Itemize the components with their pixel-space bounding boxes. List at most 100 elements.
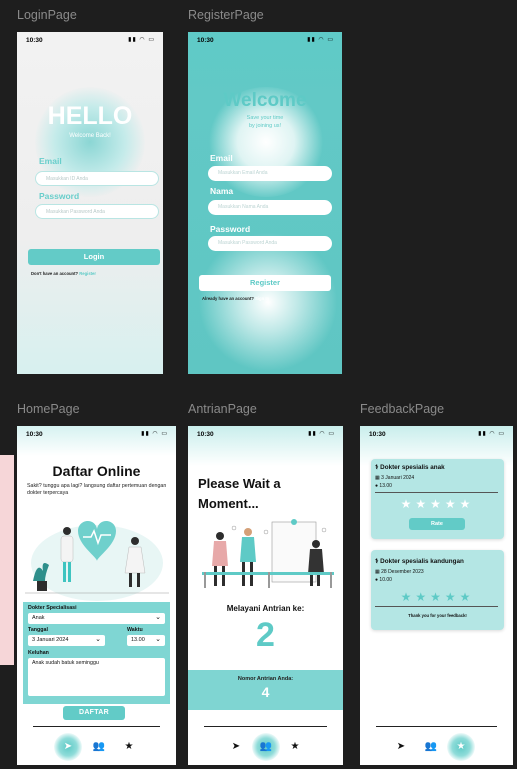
stethoscope-icon: ⚕ xyxy=(375,464,379,471)
calendar-icon: ▦ xyxy=(375,569,380,575)
page-title: Please Wait a Moment... xyxy=(198,476,281,511)
status-icons: ▮▮ ◠ ▭ xyxy=(141,431,168,437)
time-select[interactable]: 13.00 ⌄ xyxy=(127,635,165,646)
date-select[interactable]: 3 Januari 2024 ⌄ xyxy=(28,635,105,646)
login-subtitle: Welcome Back! xyxy=(69,133,111,139)
status-icons: ▮▮ ◠ ▭ xyxy=(308,431,335,437)
doctor-name: Dokter spesialis kandungan xyxy=(380,558,464,565)
bottom-glow xyxy=(198,232,338,372)
name-label: Nama xyxy=(210,186,234,196)
appointment-date: 3 Januari 2024 xyxy=(381,475,415,481)
status-icons: ▮▮ ◠ ▭ xyxy=(478,431,505,437)
date-label: Tanggal xyxy=(28,627,48,633)
password-label: Password xyxy=(210,224,251,234)
thanks-message: Thank you for your feedback! xyxy=(408,613,467,618)
bottom-nav: ➤ 👥 ★ xyxy=(188,729,343,765)
name-input[interactable]: Masukkan Nama Anda xyxy=(208,200,332,215)
specialist-value: Anak xyxy=(32,615,45,621)
time-value: 13.00 xyxy=(131,637,145,643)
status-time: 10:30 xyxy=(197,431,214,438)
status-icons: ▮▮ ◠ ▭ xyxy=(128,37,155,43)
doctor-name: Dokter spesialis anak xyxy=(380,464,445,471)
frame-label-antrian: AntrianPage xyxy=(188,402,257,416)
nav-divider xyxy=(204,726,327,727)
card-divider xyxy=(375,606,498,607)
signin-prompt: Already have an account? Sign In xyxy=(202,296,269,301)
registration-form: Dokter Specialisasi Anak ⌄ Tanggal Waktu… xyxy=(23,602,170,704)
feedback-card: ⚕ Dokter spesialis anak ▦ 3 Januari 2024… xyxy=(371,459,504,539)
chevron-down-icon: ⌄ xyxy=(155,636,161,643)
stethoscope-icon: ⚕ xyxy=(375,558,379,565)
bottom-nav: ➤ 👥 ★ xyxy=(17,729,176,765)
user-group-icon[interactable]: 👥 xyxy=(423,739,439,755)
rating-stars-filled: ★★★★★ xyxy=(400,590,475,604)
status-bar: 10:30 ▮▮ ◠ ▭ xyxy=(17,32,163,50)
my-queue-label: Nomor Antrian Anda: xyxy=(237,676,294,682)
password-input[interactable]: Masukkan Password Anda xyxy=(35,204,159,219)
register-prompt-text: Don't have an account? xyxy=(31,271,79,276)
bottom-nav: ➤ 👥 ★ xyxy=(360,729,513,765)
register-subtitle: Save your time by joining us! xyxy=(188,114,342,130)
home-screen: 10:30 ▮▮ ◠ ▭ Daftar Online Sakit? tunggu… xyxy=(17,426,176,765)
password-input[interactable]: Masukkan Password Anda xyxy=(208,236,332,251)
date-line: ▦ 3 Januari 2024 xyxy=(375,475,414,481)
status-time: 10:30 xyxy=(26,431,43,438)
email-input[interactable]: Masukkan ID Anda xyxy=(35,171,159,186)
nav-divider xyxy=(376,726,497,727)
doctor-line: ⚕ Dokter spesialis kandungan xyxy=(375,558,464,565)
specialist-label: Dokter Specialisasi xyxy=(28,605,77,611)
calendar-icon: ▦ xyxy=(375,475,380,481)
doctor-line: ⚕ Dokter spesialis anak xyxy=(375,464,445,471)
star-icon[interactable]: ★ xyxy=(287,739,303,755)
status-icons: ▮▮ ◠ ▭ xyxy=(307,37,334,43)
register-subtitle-line2: by joining us! xyxy=(248,123,282,129)
register-title: Welcome xyxy=(223,90,307,111)
serving-number: 2 xyxy=(256,616,275,654)
star-icon[interactable]: ★ xyxy=(453,739,469,755)
specialist-select[interactable]: Anak ⌄ xyxy=(28,613,165,624)
user-group-icon[interactable]: 👥 xyxy=(258,739,274,755)
status-time: 10:30 xyxy=(26,37,43,44)
password-label: Password xyxy=(39,191,80,201)
send-icon[interactable]: ➤ xyxy=(393,739,409,755)
time-line: ● 10.00 xyxy=(375,577,392,583)
send-icon[interactable]: ➤ xyxy=(228,739,244,755)
register-screen: 10:30 ▮▮ ◠ ▭ Welcome Save your time by j… xyxy=(188,32,342,374)
user-group-icon[interactable]: 👥 xyxy=(91,739,107,755)
queue-illustration xyxy=(202,519,334,588)
chevron-down-icon: ⌄ xyxy=(155,614,161,621)
rate-button[interactable]: Rate xyxy=(409,518,465,530)
canvas-decoration xyxy=(0,455,14,665)
chevron-down-icon: ⌄ xyxy=(95,636,101,643)
register-subtitle-line1: Save your time xyxy=(246,115,284,121)
my-queue-band: Nomor Antrian Anda: 4 xyxy=(188,670,343,710)
daftar-button[interactable]: DAFTAR xyxy=(63,706,125,720)
send-icon[interactable]: ➤ xyxy=(60,739,76,755)
page-title: Daftar Online xyxy=(52,463,141,479)
status-bar: 10:30 ▮▮ ◠ ▭ xyxy=(188,32,342,50)
complaint-textarea[interactable]: Anak sudah batuk seminggu xyxy=(28,658,165,696)
date-value: 3 Januari 2024 xyxy=(32,637,69,643)
email-input[interactable]: Masukkan Email Anda xyxy=(208,166,332,181)
serving-label: Melayani Antrian ke: xyxy=(226,604,305,613)
email-label: Email xyxy=(210,153,233,163)
frame-label-home: HomePage xyxy=(17,402,80,416)
feedback-screen: 10:30 ▮▮ ◠ ▭ ⚕ Dokter spesialis anak ▦ 3… xyxy=(360,426,513,765)
star-icon[interactable]: ★ xyxy=(121,739,137,755)
signin-prompt-text: Already have an account? xyxy=(202,296,254,301)
appointment-time: 13.00 xyxy=(379,483,392,489)
status-bar: 10:30 ▮▮ ◠ ▭ xyxy=(188,426,343,444)
status-bar: 10:30 ▮▮ ◠ ▭ xyxy=(360,426,513,444)
email-label: Email xyxy=(39,156,62,166)
signin-link[interactable]: Sign In xyxy=(255,296,269,301)
appointment-date: 28 Desember 2023 xyxy=(381,569,424,575)
login-button[interactable]: Login xyxy=(28,249,160,265)
time-line: ● 13.00 xyxy=(375,483,392,489)
frame-label-feedback: FeedbackPage xyxy=(360,402,445,416)
status-time: 10:30 xyxy=(197,37,214,44)
rating-stars-empty[interactable]: ★★★★★ xyxy=(371,497,504,511)
clock-icon: ● xyxy=(375,577,379,583)
register-button[interactable]: Register xyxy=(199,275,331,291)
register-link[interactable]: Register xyxy=(79,271,96,276)
register-prompt: Don't have an account? Register xyxy=(31,271,96,276)
